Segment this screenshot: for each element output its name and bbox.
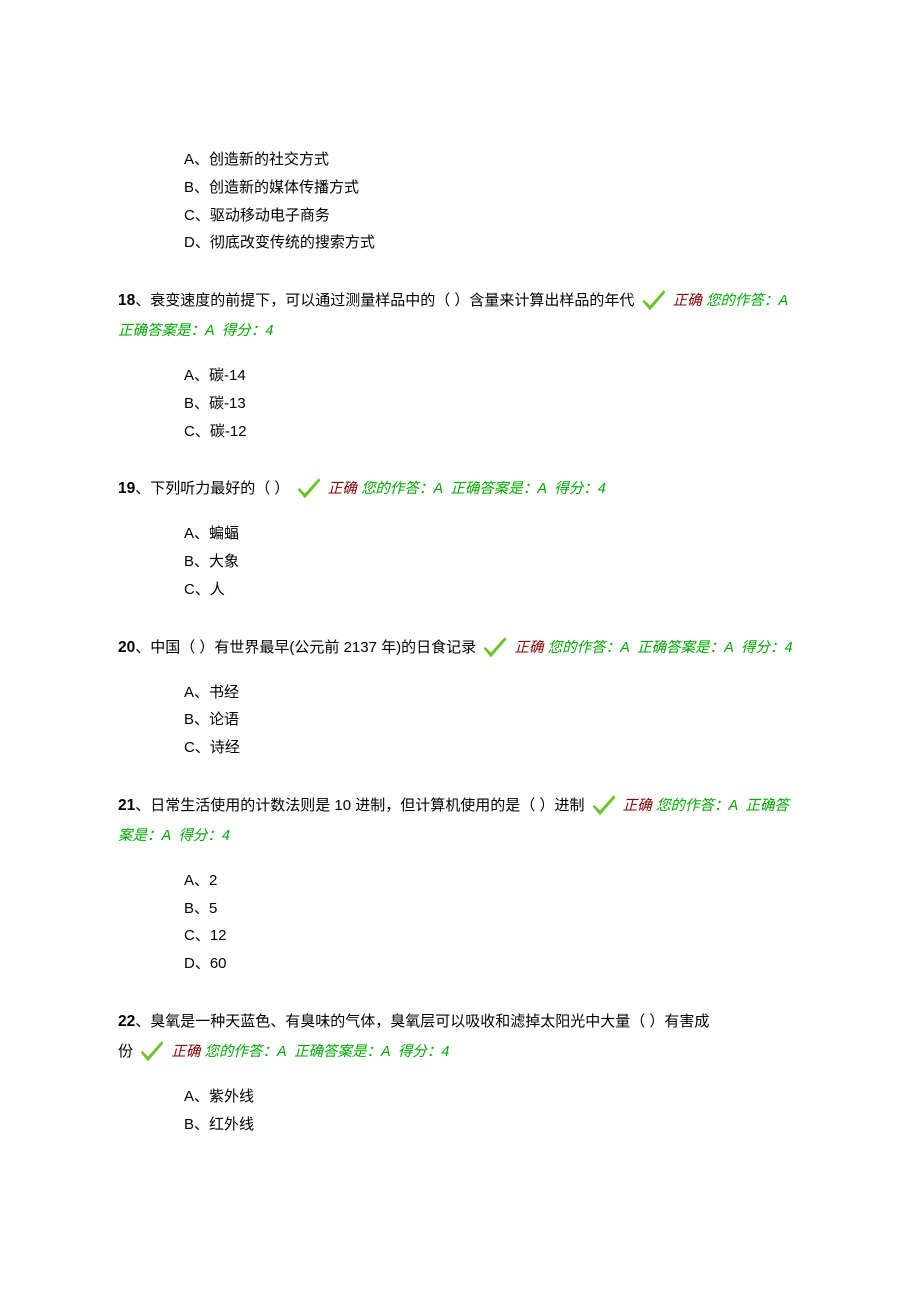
q22-result: 您的作答：A 正确答案是：A 得分：4 <box>205 1044 450 1060</box>
score-label: 得分： <box>398 1044 442 1060</box>
correct-label: 正确 <box>673 293 702 309</box>
q17-opt-a: A、创造新的社交方式 <box>184 146 802 174</box>
q21-text: 、日常生活使用的计数法则是 10 进制，但计算机使用的是（ ）进制 <box>135 797 584 814</box>
your-answer-label: 您的作答： <box>656 798 729 814</box>
q20-options: A、书经 B、论语 C、诗经 <box>184 679 802 762</box>
correct-label: 正确 <box>328 481 357 497</box>
q20-opt-a: A、书经 <box>184 679 802 707</box>
check-icon <box>482 633 508 659</box>
q22-opt-a: A、紫外线 <box>184 1083 802 1111</box>
q19-options: A、蝙蝠 B、大象 C、人 <box>184 520 802 603</box>
q21-your: A <box>728 798 738 814</box>
correct-label: 正确 <box>623 798 652 814</box>
q20: 20、中国（ ）有世界最早(公元前 2137 年)的日食记录 正确 您的作答：A… <box>118 632 802 663</box>
your-answer-label: 您的作答： <box>361 481 434 497</box>
score-label: 得分： <box>554 481 598 497</box>
q18-options: A、碳-14 B、碳-13 C、碳-12 <box>184 362 802 445</box>
correct-label: 正确 <box>171 1044 200 1060</box>
q22: 22、臭氧是一种天蓝色、有臭味的气体，臭氧层可以吸收和滤掉太阳光中大量（ ）有害… <box>118 1006 802 1067</box>
correct-answer-label: 正确答案是： <box>294 1044 381 1060</box>
check-icon <box>641 286 667 312</box>
q19-result: 您的作答：A 正确答案是：A 得分：4 <box>361 481 606 497</box>
correct-answer-label: 正确答案是： <box>450 481 537 497</box>
q18-opt-a: A、碳-14 <box>184 362 802 390</box>
q22-num: 22 <box>118 1013 135 1030</box>
q17-opt-d: D、彻底改变传统的搜索方式 <box>184 229 802 257</box>
q21-num: 21 <box>118 797 135 814</box>
q20-num: 20 <box>118 639 135 656</box>
q22-text-a: 、臭氧是一种天蓝色、有臭味的气体，臭氧层可以吸收和滤掉太阳光中大量（ ）有害成 <box>135 1013 709 1030</box>
your-answer-label: 您的作答： <box>548 640 621 656</box>
q21-score: 4 <box>222 828 230 844</box>
q22-correct: A <box>381 1044 391 1060</box>
correct-answer-label: 正确答案是： <box>118 323 205 339</box>
q22-score: 4 <box>441 1044 449 1060</box>
q22-options: A、紫外线 B、红外线 <box>184 1083 802 1139</box>
q18-num: 18 <box>118 292 135 309</box>
q19-correct: A <box>537 481 547 497</box>
q19-opt-c: C、人 <box>184 576 802 604</box>
q20-result: 您的作答：A 正确答案是：A 得分：4 <box>548 640 793 656</box>
q21-opt-b: B、5 <box>184 895 802 923</box>
q21-options: A、2 B、5 C、12 D、60 <box>184 867 802 978</box>
check-icon <box>591 791 617 817</box>
your-answer-label: 您的作答： <box>706 293 779 309</box>
q18-your: A <box>778 293 788 309</box>
q19: 19、下列听力最好的（ ） 正确 您的作答：A 正确答案是：A 得分：4 <box>118 473 802 504</box>
q19-your: A <box>433 481 443 497</box>
q22-your: A <box>277 1044 287 1060</box>
q18-opt-b: B、碳-13 <box>184 390 802 418</box>
q20-your: A <box>620 640 630 656</box>
q19-score: 4 <box>598 481 606 497</box>
q21-correct: A <box>162 828 172 844</box>
q21-opt-a: A、2 <box>184 867 802 895</box>
q19-text: 、下列听力最好的（ ） <box>135 480 289 497</box>
q20-opt-b: B、论语 <box>184 706 802 734</box>
q17-options: A、创造新的社交方式 B、创造新的媒体传播方式 C、驱动移动电子商务 D、彻底改… <box>184 146 802 257</box>
q18: 18、衰变速度的前提下，可以通过测量样品中的（ ）含量来计算出样品的年代 正确 … <box>118 285 802 346</box>
q18-text: 、衰变速度的前提下，可以通过测量样品中的（ ）含量来计算出样品的年代 <box>135 292 634 309</box>
q20-correct: A <box>724 640 734 656</box>
q21-opt-d: D、60 <box>184 950 802 978</box>
q17-opt-c: C、驱动移动电子商务 <box>184 202 802 230</box>
score-label: 得分： <box>222 323 266 339</box>
q22-opt-b: B、红外线 <box>184 1111 802 1139</box>
q18-opt-c: C、碳-12 <box>184 418 802 446</box>
check-icon <box>296 474 322 500</box>
score-label: 得分： <box>741 640 785 656</box>
q18-correct: A <box>205 323 215 339</box>
q21-opt-c: C、12 <box>184 922 802 950</box>
correct-label: 正确 <box>514 640 543 656</box>
your-answer-label: 您的作答： <box>205 1044 278 1060</box>
q20-score: 4 <box>784 640 792 656</box>
q21: 21、日常生活使用的计数法则是 10 进制，但计算机使用的是（ ）进制 正确 您… <box>118 790 802 851</box>
q19-opt-b: B、大象 <box>184 548 802 576</box>
q19-opt-a: A、蝙蝠 <box>184 520 802 548</box>
q18-score: 4 <box>265 323 273 339</box>
correct-answer-label: 正确答案是： <box>637 640 724 656</box>
q17-opt-b: B、创造新的媒体传播方式 <box>184 174 802 202</box>
score-label: 得分： <box>178 828 222 844</box>
q19-num: 19 <box>118 480 135 497</box>
q22-text-b: 份 <box>118 1043 133 1060</box>
q20-opt-c: C、诗经 <box>184 734 802 762</box>
check-icon <box>139 1037 165 1063</box>
q20-text: 、中国（ ）有世界最早(公元前 2137 年)的日食记录 <box>135 639 476 656</box>
